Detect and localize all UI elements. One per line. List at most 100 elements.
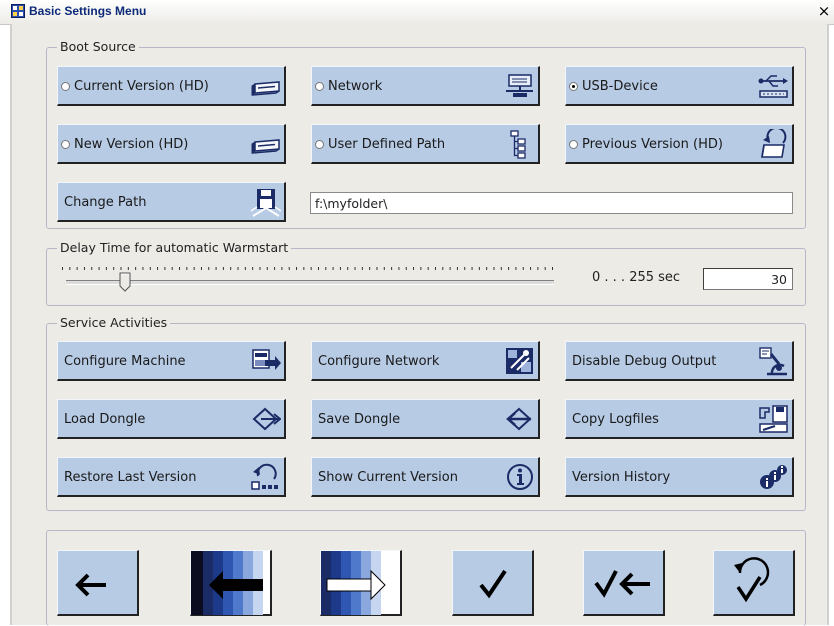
configure-machine-button[interactable]: Configure Machine (57, 341, 286, 381)
delay-time-group: Delay Time for automatic Warmstart (46, 240, 806, 306)
slider-tick (354, 267, 356, 270)
slider-tick (530, 267, 532, 270)
slider-tick (135, 267, 137, 270)
delay-slider-thumb[interactable] (119, 272, 131, 292)
slider-tick (478, 267, 480, 270)
slider-tick (266, 267, 268, 270)
network-config-icon (506, 348, 533, 374)
undo-confirm-button[interactable] (713, 550, 795, 616)
load-dongle-button[interactable]: Load Dongle (57, 399, 286, 439)
slider-tick (493, 267, 495, 270)
slider-tick (456, 267, 458, 270)
radio-previous-version[interactable] (569, 140, 578, 149)
service-button-label: Show Current Version (318, 470, 458, 485)
delay-seconds-input[interactable] (703, 268, 793, 290)
previous-page-button[interactable] (190, 550, 272, 616)
slider-tick (105, 267, 107, 270)
copy-logfiles-icon (759, 405, 788, 433)
back-arrow-icon (75, 573, 106, 597)
copy-logfiles-button[interactable]: Copy Logfiles (565, 399, 794, 439)
slider-tick (376, 267, 378, 270)
service-activities-label: Service Activities (57, 315, 171, 330)
slider-tick (98, 267, 100, 270)
slider-tick (522, 267, 524, 270)
slider-tick (332, 267, 334, 270)
machine-config-icon (252, 349, 281, 370)
service-button-label: Version History (572, 470, 671, 485)
slider-tick (449, 267, 451, 270)
version-history-button[interactable]: Version History (565, 457, 794, 497)
disable-debug-output-button[interactable]: Disable Debug Output (565, 341, 794, 381)
slider-tick (537, 267, 539, 270)
slider-tick (398, 267, 400, 270)
slider-tick (317, 267, 319, 270)
slider-tick (339, 267, 341, 270)
show-current-version-button[interactable]: Show Current Version (311, 457, 540, 497)
boot-option-network[interactable]: Network (311, 66, 540, 106)
network-icon (506, 74, 533, 97)
service-button-label: Disable Debug Output (572, 354, 717, 369)
save-dongle-button[interactable]: Save Dongle (311, 399, 540, 439)
boot-option-label: Previous Version (HD) (582, 137, 723, 152)
slider-tick (288, 267, 290, 270)
slider-tick (120, 267, 122, 270)
change-path-button[interactable]: Change Path (57, 182, 286, 222)
confirm-check-icon (479, 569, 507, 599)
boot-option-usb-device[interactable]: USB-Device (565, 66, 794, 106)
boot-option-label: User Defined Path (328, 137, 446, 152)
slider-tick (91, 267, 93, 270)
hard-disk-icon (251, 139, 280, 154)
slider-tick (361, 267, 363, 270)
slider-tick (552, 267, 553, 270)
boot-option-new-version[interactable]: New Version (HD) (57, 124, 286, 164)
slider-tick (237, 267, 239, 270)
slider-tick (200, 267, 202, 270)
slider-tick (281, 267, 283, 270)
slider-tick (515, 267, 517, 270)
boot-option-user-defined-path[interactable]: User Defined Path (311, 124, 540, 164)
slider-tick (464, 267, 466, 270)
slider-tick (164, 267, 166, 270)
slider-tick (500, 267, 502, 270)
slider-tick (222, 267, 224, 270)
radio-usb-device[interactable] (569, 82, 578, 91)
restore-last-version-button[interactable]: Restore Last Version (57, 457, 286, 497)
slider-tick (347, 267, 349, 270)
slider-tick (259, 267, 261, 270)
radio-network[interactable] (315, 82, 324, 91)
slider-tick (149, 267, 151, 270)
window-title: Basic Settings Menu (29, 4, 147, 18)
delay-time-label: Delay Time for automatic Warmstart (57, 240, 292, 255)
service-button-label: Save Dongle (318, 412, 401, 427)
slider-tick (544, 267, 546, 270)
slider-tick (171, 267, 173, 270)
floppy-disk-icon (250, 189, 281, 217)
next-page-button[interactable] (320, 550, 402, 616)
undo-check-icon (734, 557, 770, 603)
close-button[interactable]: × (816, 3, 832, 19)
slider-tick (508, 267, 510, 270)
slider-ticks (62, 267, 553, 270)
radio-current-version[interactable] (61, 82, 70, 91)
boot-option-label: Current Version (HD) (74, 79, 209, 94)
delay-slider-track[interactable] (66, 280, 554, 285)
confirm-and-back-button[interactable] (583, 550, 665, 616)
path-input[interactable] (310, 192, 793, 214)
radio-user-defined-path[interactable] (315, 140, 324, 149)
slider-tick (427, 267, 429, 270)
folder-restore-icon (761, 129, 787, 158)
folder-tree-icon (510, 130, 526, 159)
boot-option-current-version[interactable]: Current Version (HD) (57, 66, 286, 106)
configure-network-button[interactable]: Configure Network (311, 341, 540, 381)
radio-new-version[interactable] (61, 140, 70, 149)
slider-tick (157, 267, 159, 270)
service-button-label: Restore Last Version (64, 470, 197, 485)
boot-option-previous-version[interactable]: Previous Version (HD) (565, 124, 794, 164)
confirm-and-back-icon (594, 570, 650, 598)
confirm-button[interactable] (452, 550, 534, 616)
back-button[interactable] (57, 550, 139, 616)
dongle-load-icon (252, 407, 281, 431)
usb-icon (758, 75, 788, 98)
slider-tick (76, 267, 78, 270)
slider-tick (486, 267, 488, 270)
